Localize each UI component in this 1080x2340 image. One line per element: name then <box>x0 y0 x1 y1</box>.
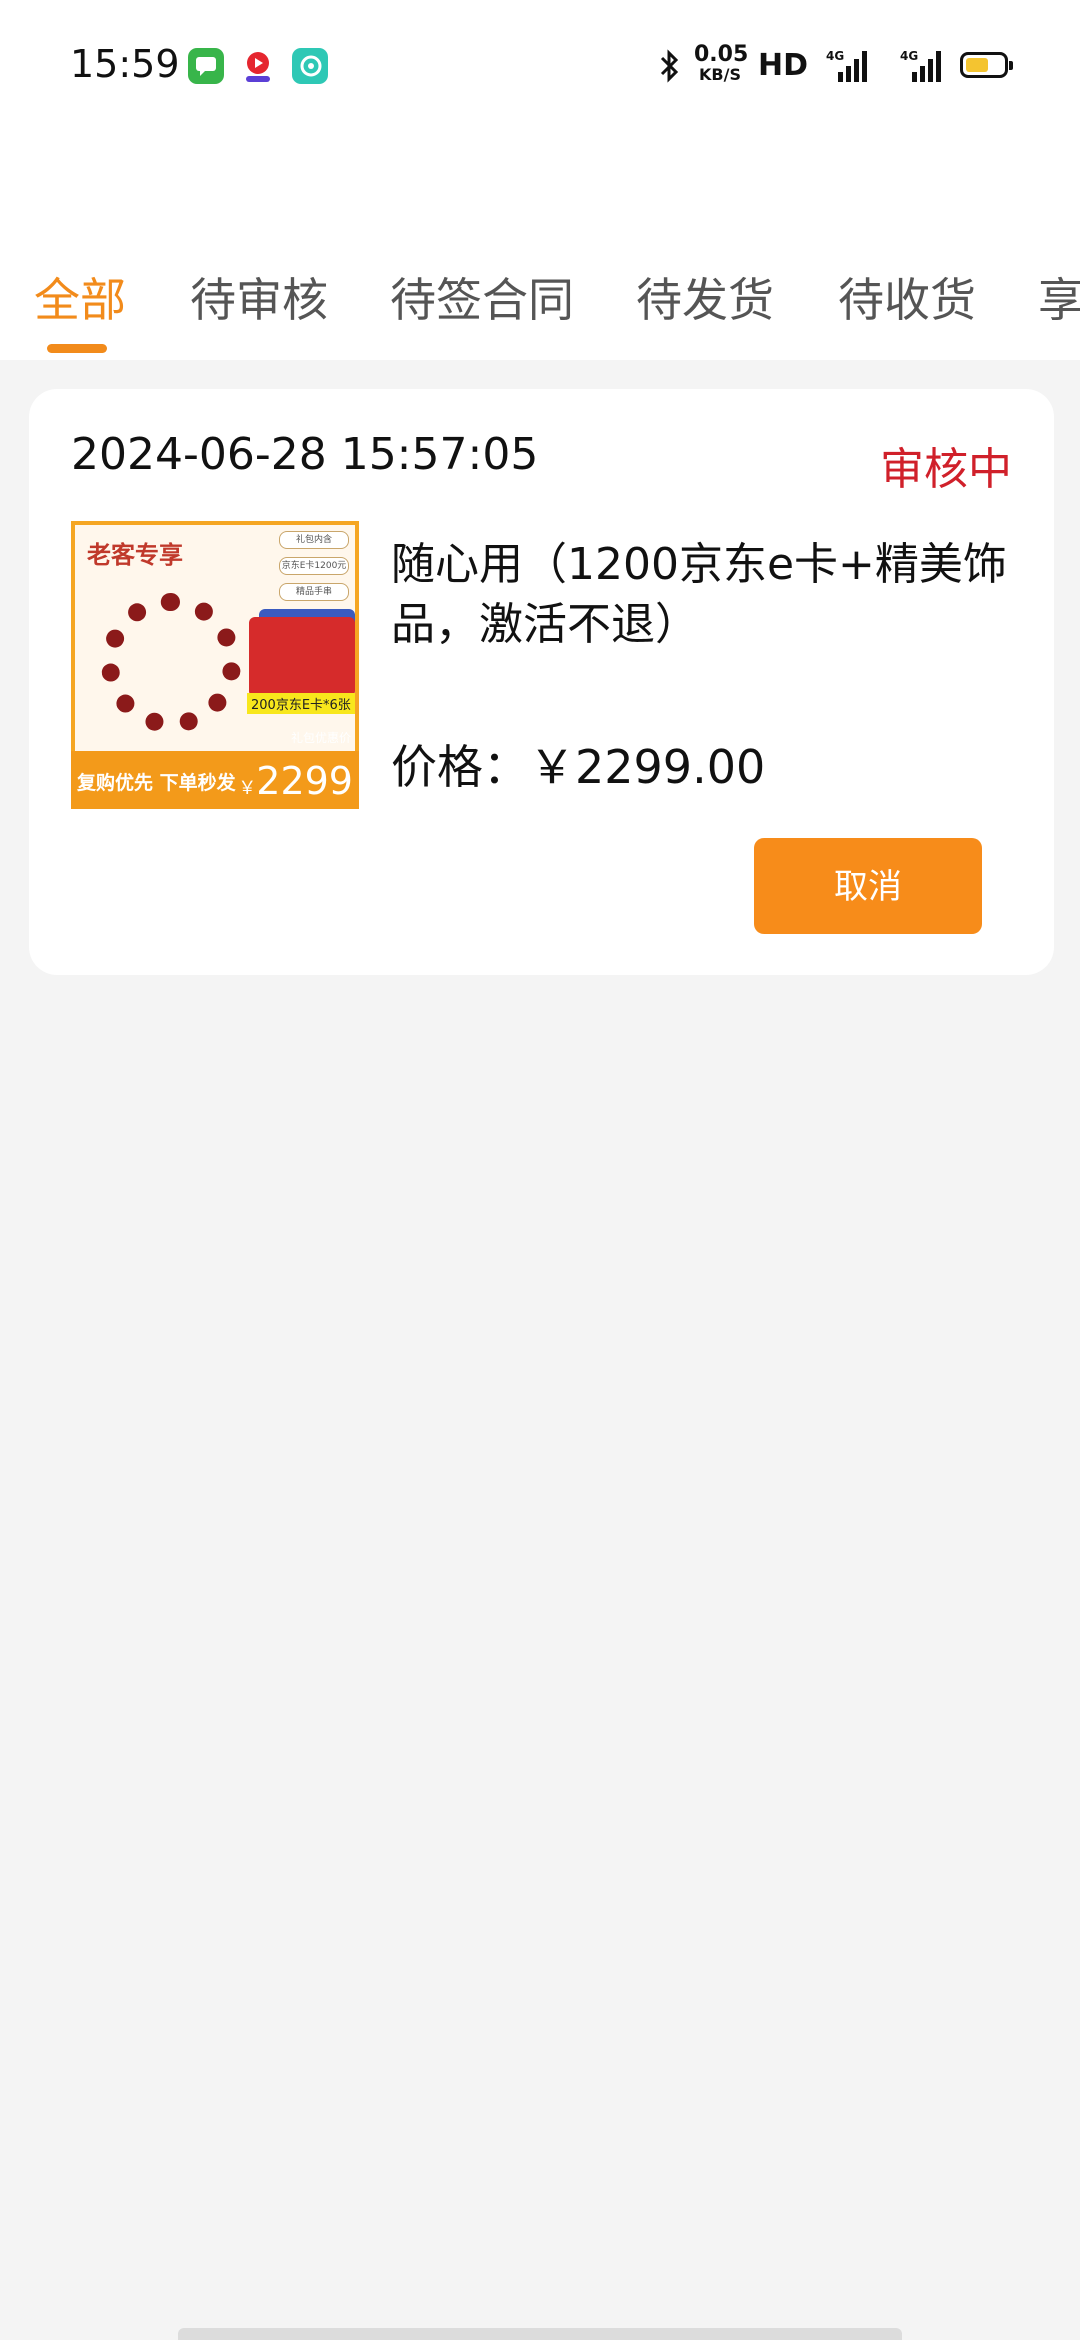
cards-label: 200京东E卡*6张 <box>247 693 355 714</box>
thumbnail-chip: 礼包内含 <box>279 531 349 549</box>
header-area <box>0 132 1080 252</box>
active-tab-indicator <box>47 344 107 353</box>
tab-pending-review[interactable]: 待审核 <box>190 264 328 330</box>
signal-4g-icon: 4G <box>824 46 872 84</box>
thumbnail-price-label: 礼包优惠价 <box>290 731 351 745</box>
tab-pending-shipment[interactable]: 待发货 <box>636 264 774 330</box>
svg-text:4G: 4G <box>826 49 844 63</box>
tab-all[interactable]: 全部 <box>34 264 126 330</box>
product-price: 价格：￥2299.00 <box>391 740 766 794</box>
bracelet-image <box>101 593 241 733</box>
music-app-icon <box>292 48 328 84</box>
order-time: 2024-06-28 15:57:05 <box>71 429 539 480</box>
svg-text:4G: 4G <box>900 49 918 63</box>
signal-4g-icon-2: 4G <box>898 46 946 84</box>
product-thumbnail[interactable]: 老客专享 礼包内含 京东E卡1200元 精品手串 200京东E卡*6张 礼包优惠… <box>71 521 359 809</box>
gift-card-image-2 <box>249 617 355 697</box>
network-speed: 0.05 KB/S <box>694 42 749 84</box>
thumbnail-promo: 复购优先 下单秒发 <box>77 772 236 794</box>
order-tabs: 全部 待审核 待签合同 待发货 待收货 享 <box>0 252 1080 360</box>
messages-icon <box>188 48 224 84</box>
hd-indicator: HD <box>758 48 809 83</box>
tab-more[interactable]: 享 <box>1038 264 1080 330</box>
bluetooth-icon <box>654 48 684 84</box>
status-bar: 15:59 0.05 KB/S HD 4G 4G <box>0 0 1080 132</box>
battery-icon <box>960 52 1013 78</box>
thumbnail-chips: 礼包内含 京东E卡1200元 精品手串 <box>279 531 349 609</box>
order-status: 审核中 <box>880 444 1012 495</box>
thumbnail-chip: 精品手串 <box>279 583 349 601</box>
thumbnail-chip: 京东E卡1200元 <box>279 557 349 575</box>
video-app-icon <box>240 48 276 84</box>
home-indicator[interactable] <box>178 2328 902 2340</box>
thumbnail-tag: 老客专享 <box>87 541 183 569</box>
order-card[interactable]: 2024-06-28 15:57:05 审核中 老客专享 礼包内含 京东E卡12… <box>29 389 1054 975</box>
thumbnail-price: ￥2299 <box>238 759 353 803</box>
status-time: 15:59 <box>70 42 180 86</box>
cancel-button[interactable]: 取消 <box>754 838 982 934</box>
tab-pending-receipt[interactable]: 待收货 <box>838 264 976 330</box>
tab-pending-contract[interactable]: 待签合同 <box>390 264 574 330</box>
product-title[interactable]: 随心用（1200京东e卡+精美饰品，激活不退） <box>391 535 1021 655</box>
